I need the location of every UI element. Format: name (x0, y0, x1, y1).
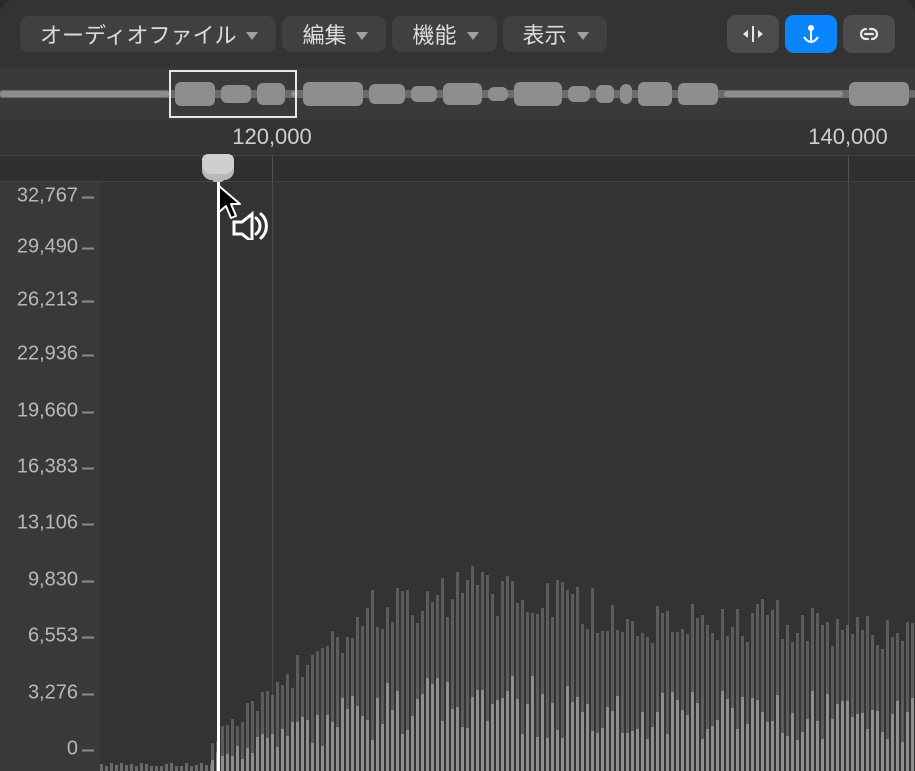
audio-file-menu[interactable]: オーディオファイル (20, 16, 276, 52)
playhead-line (217, 182, 220, 771)
link-icon (855, 23, 883, 45)
overview-selection[interactable] (169, 70, 297, 118)
menu-label: 編集 (302, 18, 346, 50)
anchor-button[interactable] (785, 15, 837, 53)
y-tick-label: 32,767 (17, 185, 94, 208)
menu-label: オーディオファイル (40, 18, 236, 50)
function-menu[interactable]: 機能 (392, 16, 496, 52)
y-tick-label: 3,276 (28, 682, 94, 705)
ruler-tick-label: 140,000 (808, 124, 888, 150)
y-tick-label: 22,936 (17, 343, 94, 366)
anchor-icon (797, 23, 825, 45)
toolbar: オーディオファイル 編集 機能 表示 (0, 0, 915, 68)
menu-label: 機能 (412, 18, 456, 50)
ruler-tick-label: 120,000 (232, 124, 312, 150)
view-menu[interactable]: 表示 (503, 16, 607, 52)
catch-playhead-icon (739, 23, 767, 45)
y-tick-label: 29,490 (17, 236, 94, 259)
amplitude-axis: 32,767 29,490 26,213 22,936 19,660 16,38… (0, 182, 100, 771)
overview-waveform (0, 76, 915, 112)
menu-label: 表示 (523, 18, 567, 50)
chevron-down-icon (246, 32, 258, 40)
playhead-handle[interactable] (202, 154, 234, 180)
edit-menu[interactable]: 編集 (282, 16, 386, 52)
link-button[interactable] (843, 15, 895, 53)
ruler-tick (848, 156, 849, 181)
y-tick-label: 6,553 (28, 625, 94, 648)
y-tick-label: 13,106 (17, 512, 94, 535)
y-tick-label: 0 (67, 738, 94, 761)
y-tick-label: 19,660 (17, 400, 94, 423)
y-tick-label: 26,213 (17, 289, 94, 312)
waveform-bars (100, 182, 915, 771)
waveform-area[interactable]: 32,767 29,490 26,213 22,936 19,660 16,38… (0, 182, 915, 771)
chevron-down-icon (577, 32, 589, 40)
playhead-strip[interactable] (0, 156, 915, 182)
chevron-down-icon (356, 32, 368, 40)
chevron-down-icon (467, 32, 479, 40)
catch-playhead-button[interactable] (727, 15, 779, 53)
timeline-ruler[interactable]: 120,000 140,000 (0, 120, 915, 156)
overview-strip[interactable] (0, 68, 915, 120)
waveform-canvas[interactable] (100, 182, 915, 771)
y-tick-label: 9,830 (28, 569, 94, 592)
ruler-tick (272, 156, 273, 181)
y-tick-label: 16,383 (17, 456, 94, 479)
